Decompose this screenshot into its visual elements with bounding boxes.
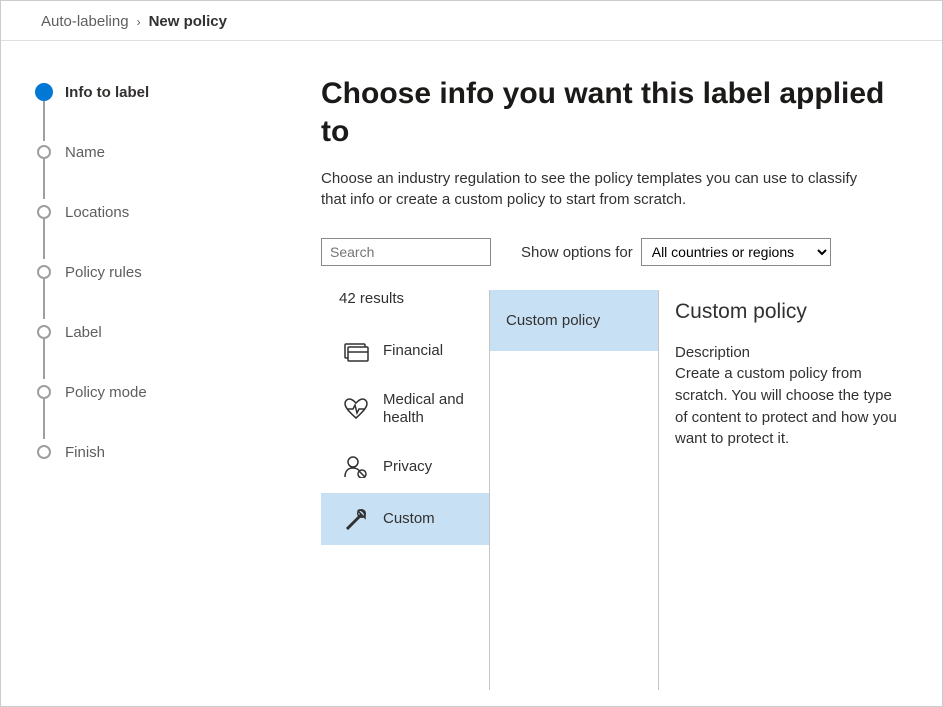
search-input[interactable] — [321, 238, 491, 266]
category-label: Custom — [383, 510, 435, 528]
breadcrumb: Auto-labeling › New policy — [1, 1, 942, 41]
main-content: Choose info you want this label applied … — [301, 41, 942, 704]
template-column: Custom policy — [489, 290, 659, 690]
category-label: Financial — [383, 342, 443, 360]
category-medical[interactable]: Medical and health — [321, 377, 489, 441]
category-financial[interactable]: Financial — [321, 325, 489, 377]
medical-icon — [343, 397, 369, 421]
breadcrumb-current: New policy — [149, 13, 227, 30]
step-circle-icon — [37, 205, 51, 219]
step-policy-rules[interactable]: Policy rules — [37, 261, 271, 283]
step-circle-icon — [35, 83, 53, 101]
financial-icon — [343, 339, 369, 363]
detail-description-label: Description — [675, 344, 904, 361]
template-custom-policy[interactable]: Custom policy — [490, 290, 658, 351]
results-count: 42 results — [321, 290, 489, 325]
step-circle-icon — [37, 265, 51, 279]
detail-title: Custom policy — [675, 300, 904, 324]
region-label: Show options for — [521, 244, 633, 261]
step-name[interactable]: Name — [37, 141, 271, 163]
chevron-right-icon: › — [137, 15, 141, 29]
step-circle-icon — [37, 145, 51, 159]
category-label: Medical and health — [383, 391, 475, 427]
step-circle-icon — [37, 445, 51, 459]
privacy-icon — [343, 455, 369, 479]
detail-panel: Custom policy Description Create a custo… — [659, 290, 912, 690]
category-privacy[interactable]: Privacy — [321, 441, 489, 493]
step-circle-icon — [37, 325, 51, 339]
step-finish[interactable]: Finish — [37, 441, 271, 463]
breadcrumb-parent[interactable]: Auto-labeling — [41, 13, 129, 30]
step-label[interactable]: Label — [37, 321, 271, 343]
template-label: Custom policy — [506, 312, 600, 329]
step-info-to-label[interactable]: Info to label — [37, 81, 271, 103]
custom-icon — [343, 507, 369, 531]
step-circle-icon — [37, 385, 51, 399]
step-policy-mode[interactable]: Policy mode — [37, 381, 271, 403]
page-title: Choose info you want this label applied … — [321, 75, 912, 150]
page-subtitle: Choose an industry regulation to see the… — [321, 168, 881, 210]
category-column: 42 results Financial Medical and health — [321, 290, 489, 690]
category-custom[interactable]: Custom — [321, 493, 489, 545]
step-locations[interactable]: Locations — [37, 201, 271, 223]
wizard-stepper: Info to label Name Locations Policy rule… — [1, 41, 301, 704]
category-label: Privacy — [383, 458, 432, 476]
region-select[interactable]: All countries or regions — [641, 238, 831, 266]
detail-description-body: Create a custom policy from scratch. You… — [675, 363, 904, 450]
